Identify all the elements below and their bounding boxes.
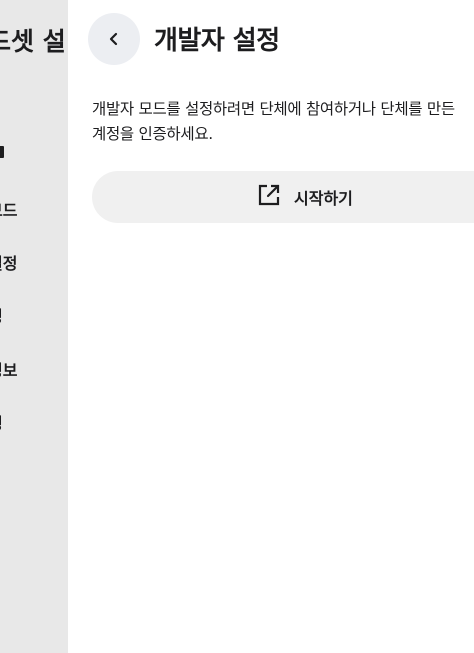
background-menu-item[interactable]: 정	[0, 303, 68, 327]
open-external-icon	[256, 182, 282, 212]
back-button[interactable]	[88, 13, 140, 65]
page-title: 개발자 설정	[154, 26, 280, 56]
background-menu-item[interactable]: 모드	[0, 197, 68, 221]
background-item-icon	[0, 146, 4, 158]
background-settings-panel: 드셋 설 모드 설정 정 정보 경	[0, 0, 68, 653]
chevron-left-icon	[106, 31, 122, 47]
background-menu-item[interactable]: 정보	[0, 357, 68, 381]
description-text: 개발자 모드를 설정하려면 단체에 참여하거나 단체를 만든 계정을 인증하세요…	[92, 100, 455, 143]
background-panel-title: 드셋 설	[0, 27, 66, 56]
start-button[interactable]: 시작하기	[92, 171, 474, 223]
background-menu-item[interactable]: 경	[0, 410, 68, 434]
developer-settings-page: 개발자 설정 개발자 모드를 설정하려면 단체에 참여하거나 단체를 만든 계정…	[68, 0, 474, 653]
screen: 드셋 설 모드 설정 정 정보 경 개발자 설정 개발자 모드를 설정하려면 단…	[0, 0, 474, 653]
background-menu-item[interactable]: 설정	[0, 250, 68, 274]
start-button-label: 시작하기	[294, 189, 353, 208]
